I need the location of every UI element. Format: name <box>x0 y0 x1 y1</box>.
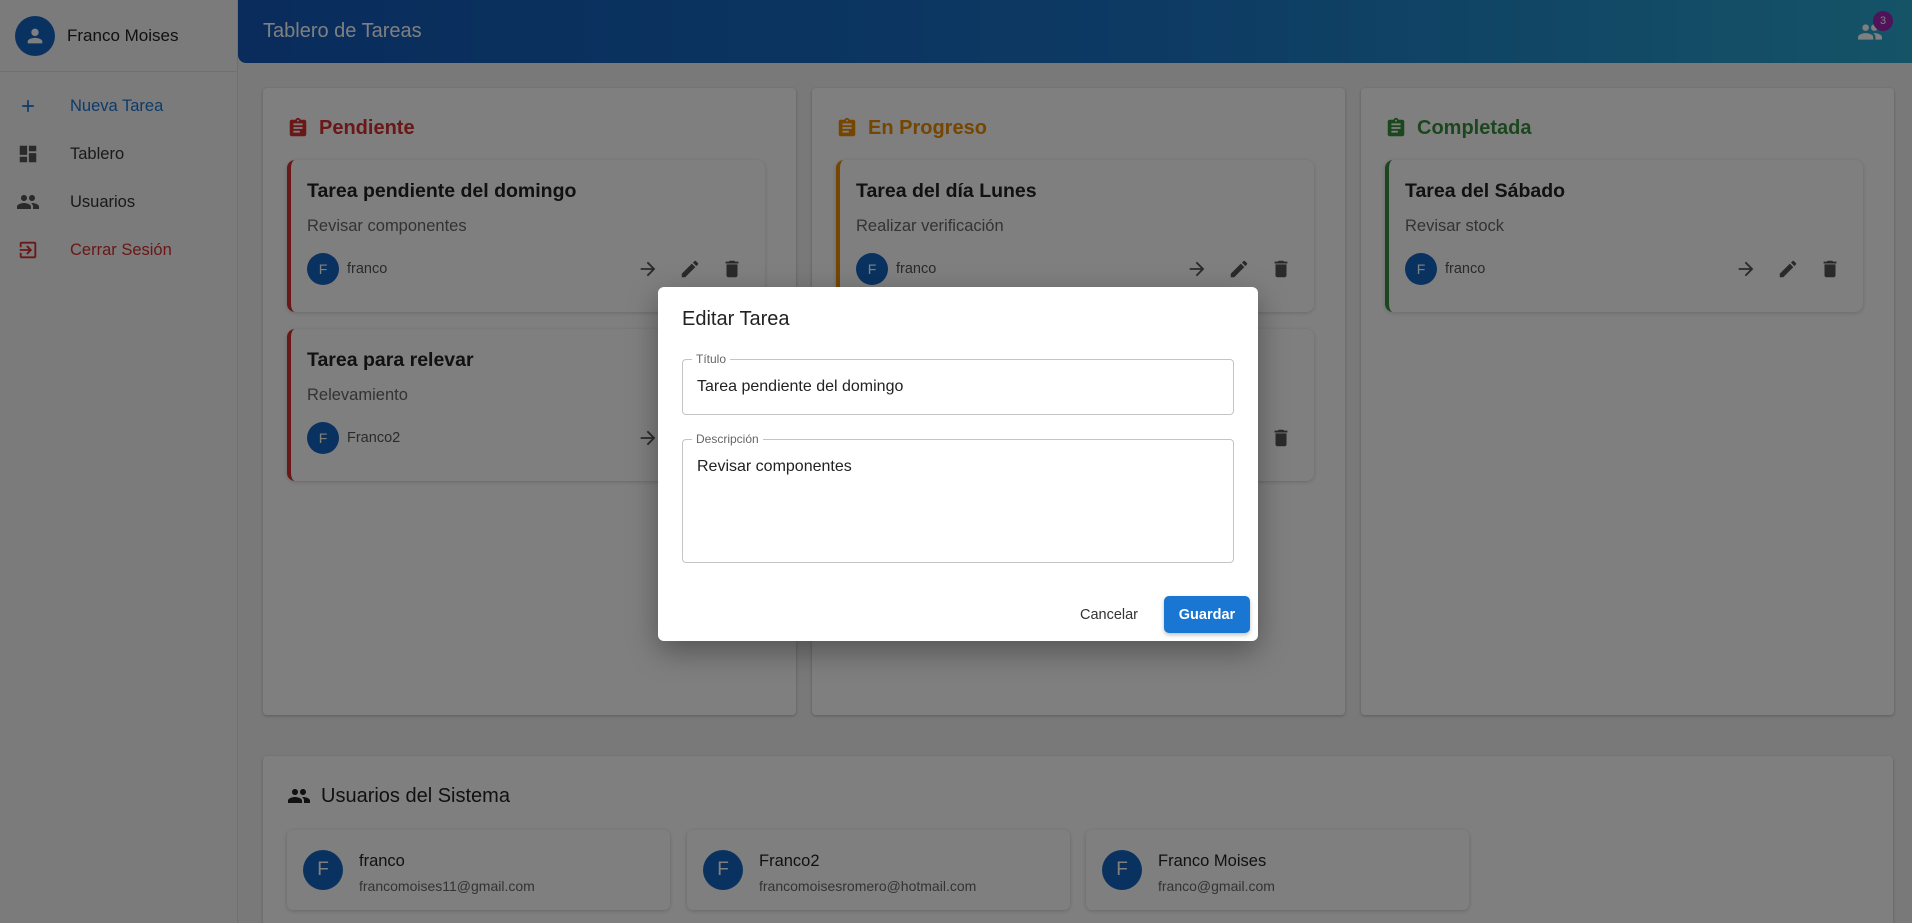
dialog-title: Editar Tarea <box>682 308 790 330</box>
description-field-value: Revisar componentes <box>697 458 852 475</box>
cancel-button[interactable]: Cancelar <box>1070 599 1148 631</box>
dialog-actions: Cancelar Guardar <box>1070 596 1250 633</box>
save-button[interactable]: Guardar <box>1164 596 1250 633</box>
description-field[interactable]: Descripción Revisar componentes <box>682 432 1234 563</box>
description-field-label: Descripción <box>692 432 763 446</box>
edit-task-dialog: Editar Tarea Título Tarea pendiente del … <box>658 287 1258 641</box>
title-field[interactable]: Título Tarea pendiente del domingo <box>682 352 1234 415</box>
title-field-value: Tarea pendiente del domingo <box>697 378 904 395</box>
title-field-label: Título <box>692 352 731 366</box>
